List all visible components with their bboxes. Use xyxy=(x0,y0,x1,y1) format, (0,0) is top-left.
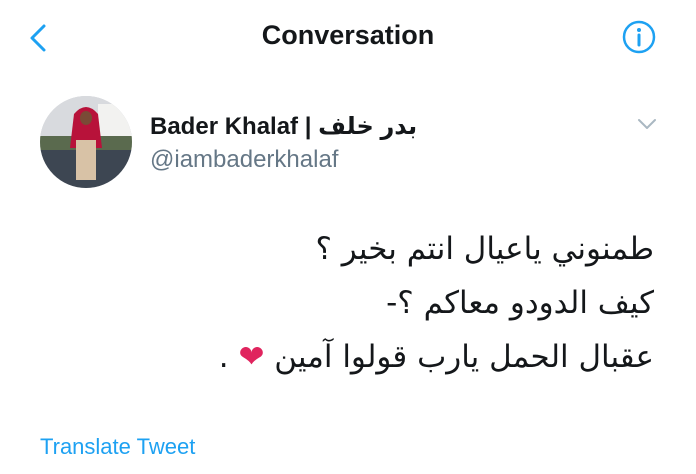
tweet-line-last: عقبال الحمل يارب قولوا آمين ❤ . xyxy=(54,330,654,384)
heart-emoji: ❤ xyxy=(238,339,265,375)
trailing-dot: . xyxy=(218,339,229,375)
tweet-menu-button[interactable] xyxy=(634,114,660,134)
translate-tweet-link[interactable]: Translate Tweet xyxy=(40,434,195,460)
tweet-line: كيف الدودو معاكم ؟- xyxy=(386,285,654,321)
tweet-line-text: عقبال الحمل يارب قولوا آمين xyxy=(274,339,654,375)
chevron-down-icon xyxy=(638,119,656,129)
tweet-line: طمنوني ياعيال انتم بخير ؟ xyxy=(315,231,654,267)
info-button[interactable] xyxy=(622,20,656,54)
page-title: Conversation xyxy=(261,20,435,50)
tweet-body: طمنوني ياعيال انتم بخير ؟ كيف الدودو معا… xyxy=(54,222,654,384)
avatar-image xyxy=(40,96,132,188)
top-bar: Conversation xyxy=(0,0,696,76)
info-circle-icon xyxy=(622,20,656,54)
avatar[interactable] xyxy=(40,96,132,188)
author-handle[interactable]: @iambaderkhalaf xyxy=(150,146,338,174)
author-name[interactable]: Bader Khalaf | بدر خلف xyxy=(150,112,417,141)
